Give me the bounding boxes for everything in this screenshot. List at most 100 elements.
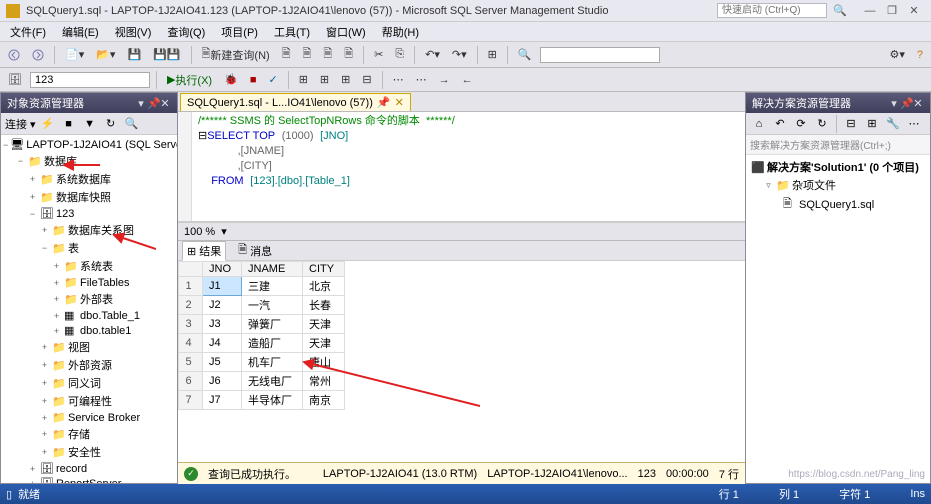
help-button[interactable]: ? [913,47,927,63]
restore-button[interactable]: ❐ [881,4,903,17]
toolbar-btn-d[interactable]: 🗎 [340,43,357,66]
tree-node--[interactable]: −📁表 [3,239,175,257]
connect-button[interactable]: 连接 ▾ [5,116,36,132]
outdent-button[interactable]: ← [458,72,477,88]
comment-button[interactable]: ⋯ [389,71,408,88]
property-button[interactable]: ⊞ [484,46,501,63]
panel-dropdown-icon[interactable]: ▾ [135,97,147,110]
open-button[interactable]: 📂▾ [92,46,119,63]
showall-icon[interactable]: ⊞ [863,115,881,133]
nav-forward-button[interactable] [28,47,48,63]
properties-icon[interactable]: 🔧 [884,115,902,133]
tree-node-filetables[interactable]: +📁FileTables [3,275,175,290]
search-icon[interactable]: 🔍 [123,115,141,133]
tree-node-dbo-table1[interactable]: +▦dbo.table1 [3,323,175,338]
new-file-button[interactable]: 📄▾ [61,46,88,63]
save-button[interactable]: 💾 [123,46,145,63]
find-button[interactable]: 🔍 [514,46,536,63]
tree-node------[interactable]: +📁系统数据库 [3,170,175,188]
options-button[interactable]: ⚙▾ [885,46,908,63]
tree-node----[interactable]: +📁系统表 [3,257,175,275]
parse-button[interactable]: ✓ [264,71,281,88]
tree-node-record[interactable]: +🗄record [3,461,175,476]
menu-file[interactable]: 文件(F) [4,22,52,42]
stop-icon[interactable]: ■ [60,115,78,133]
minimize-button[interactable]: — [859,5,881,17]
refresh-icon[interactable]: ↻ [102,115,120,133]
misc-folder[interactable]: ▿ 📁 杂项文件 [749,176,927,194]
menu-window[interactable]: 窗口(W) [320,22,372,42]
toolbar-btn-c[interactable]: 🗎 [319,43,336,66]
results-grid-button[interactable]: ⊞ [337,71,354,88]
back-icon[interactable]: ↶ [771,115,789,133]
table-row[interactable]: 3J3弹簧厂天津 [179,315,345,334]
tree-node----[interactable]: +📁同义词 [3,374,175,392]
col-header[interactable]: JNAME [242,262,303,277]
tree-root[interactable]: −🖥LAPTOP-1J2AIO41 (SQL Server 13... [3,137,175,152]
menu-edit[interactable]: 编辑(E) [56,22,105,42]
solution-explorer-header[interactable]: 解决方案资源管理器 ▾ 📌 ✕ [746,93,930,113]
table-row[interactable]: 4J4造船厂天津 [179,334,345,353]
table-row[interactable]: 1J1三建北京 [179,277,345,296]
nav-back-button[interactable] [4,47,24,63]
debug-button[interactable]: 🐞 [220,71,242,88]
stats-button[interactable]: ⊞ [316,71,333,88]
tree-node----[interactable]: −📁数据库 [3,152,175,170]
file-tab[interactable]: SQLQuery1.sql - L...IO41\lenovo (57)) 📌 … [180,93,411,111]
cut-button[interactable]: ✂ [370,46,387,63]
object-explorer-tree[interactable]: −🖥LAPTOP-1J2AIO41 (SQL Server 13...−📁数据库… [1,135,177,483]
solution-root[interactable]: ⬛ 解决方案'Solution1' (0 个项目) [749,158,927,176]
search-icon[interactable]: 🔍 [831,2,849,20]
panel-close-icon[interactable]: ✕ [159,97,171,110]
collapse-icon[interactable]: ⊟ [842,115,860,133]
indent-button[interactable]: → [435,72,454,88]
tree-node------[interactable]: +📁数据库快照 [3,188,175,206]
pin-icon[interactable]: 📌 [377,96,391,109]
zoom-value[interactable]: 100 % [184,226,215,238]
find-input[interactable] [540,47,660,63]
uncomment-button[interactable]: ⋯ [412,71,431,88]
toolbar-btn-a[interactable]: 🗎 [278,43,295,66]
object-explorer-header[interactable]: 对象资源管理器 ▾ 📌 ✕ [1,93,177,113]
col-header[interactable]: CITY [303,262,345,277]
panel-pin-icon[interactable]: 📌 [900,97,912,110]
tree-node---[interactable]: +📁存储 [3,425,175,443]
menu-query[interactable]: 查询(Q) [161,22,211,42]
execute-button[interactable]: ▶ 执行(X) [163,70,216,90]
disconnect-icon[interactable]: ⚡ [39,115,57,133]
results-text-button[interactable]: ⊟ [358,71,375,88]
new-query-button[interactable]: 🗎 新建查询(N) [198,43,274,66]
menu-help[interactable]: 帮助(H) [376,22,425,42]
tree-node-service-broker[interactable]: +📁Service Broker [3,410,175,425]
tab-close-icon[interactable]: ✕ [395,96,404,109]
plan-button[interactable]: ⊞ [295,71,312,88]
redo-button[interactable]: ↷▾ [448,46,471,63]
col-header[interactable]: JNO [203,262,242,277]
save-all-button[interactable]: 💾💾 [149,46,184,63]
tree-node-123[interactable]: −🗄123 [3,206,175,221]
tree-node-dbo-table-1[interactable]: +▦dbo.Table_1 [3,308,175,323]
solution-search[interactable]: 搜索解决方案资源管理器(Ctrl+;) [746,135,930,155]
menu-tools[interactable]: 工具(T) [268,22,316,42]
refresh-icon[interactable]: ↻ [813,115,831,133]
tree-node---[interactable]: +📁视图 [3,338,175,356]
table-row[interactable]: 6J6无线电厂常州 [179,372,345,391]
table-row[interactable]: 5J5机车厂唐山 [179,353,345,372]
panel-dropdown-icon[interactable]: ▾ [888,97,900,110]
table-row[interactable]: 7J7半导体厂南京 [179,391,345,410]
sql-editor[interactable]: /****** SSMS 的 SelectTopNRows 命令的脚本 ****… [178,112,745,222]
sql-file-item[interactable]: 🗎 SQLQuery1.sql [749,194,927,215]
toolbar-btn-b[interactable]: 🗎 [299,43,316,66]
tree-node----[interactable]: +📁安全性 [3,443,175,461]
tree-node-------[interactable]: +📁数据库关系图 [3,221,175,239]
stop-button[interactable]: ■ [246,72,261,88]
panel-pin-icon[interactable]: 📌 [147,97,159,110]
home-icon[interactable]: ⌂ [750,115,768,133]
menu-view[interactable]: 视图(V) [109,22,158,42]
copy-button[interactable]: ⎘ [391,46,408,63]
tree-node----[interactable]: +📁外部表 [3,290,175,308]
tab-messages[interactable]: 🗎 消息 [234,240,276,261]
table-row[interactable]: 2J2一汽长春 [179,296,345,315]
results-grid[interactable]: JNOJNAMECITY1J1三建北京2J2一汽长春3J3弹簧厂天津4J4造船厂… [178,261,745,462]
tree-node-reportserver[interactable]: +🗄ReportServer [3,476,175,483]
